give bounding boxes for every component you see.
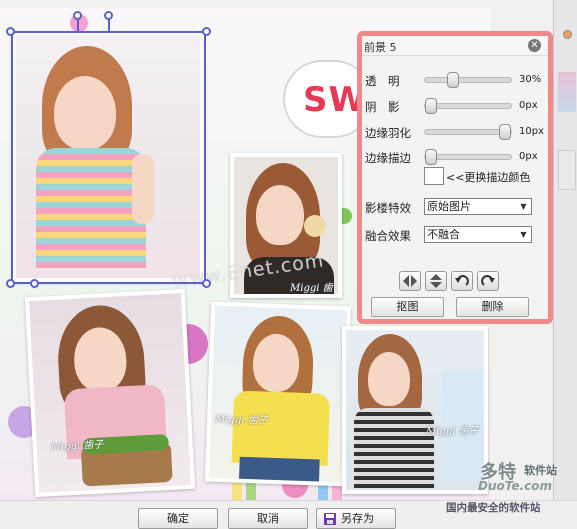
rotate-left-icon[interactable]: [451, 271, 473, 291]
feather-value: 10px: [519, 126, 544, 137]
rotate-right-icon[interactable]: [477, 271, 499, 291]
feather-label: 边缘羽化: [365, 126, 411, 140]
stroke-slider-thumb[interactable]: [425, 149, 437, 165]
flip-horizontal-icon[interactable]: [399, 271, 421, 291]
flip-vertical-icon[interactable]: [425, 271, 447, 291]
effect-label: 影楼特效: [365, 201, 411, 215]
rotate-handle-line: [108, 19, 110, 33]
stroke-slider[interactable]: [424, 149, 512, 165]
rotate-handle[interactable]: [104, 11, 113, 20]
photo-girl-pink-basket[interactable]: Miggi 歯子: [24, 288, 196, 498]
resize-handle-top-right[interactable]: [202, 27, 211, 36]
opacity-slider-thumb[interactable]: [447, 72, 460, 88]
stroke-color-swatch[interactable]: [424, 167, 444, 185]
photo-signature: Miggi 歯子: [290, 283, 333, 294]
side-radio[interactable]: [563, 30, 572, 39]
side-thumbnail[interactable]: [558, 150, 576, 190]
side-thumbnail[interactable]: [558, 72, 576, 112]
effect-select-value: 原始图片: [427, 200, 471, 213]
rotate-handle[interactable]: [73, 11, 82, 20]
panel-title-bar[interactable]: 前景 5 ✕: [362, 36, 548, 56]
change-stroke-color-button[interactable]: <<更换描边颜色: [446, 169, 530, 185]
site-logo-url: DuoTe.com: [478, 479, 552, 493]
opacity-value: 30%: [519, 74, 542, 85]
effect-select[interactable]: 原始图片 ▼: [424, 198, 532, 215]
stroke-label: 边缘描边: [365, 151, 411, 165]
photo-signature: Miggi 歯子: [214, 413, 268, 427]
select-dropdown-arrow-icon[interactable]: ▼: [517, 200, 530, 213]
layer-properties-panel: 前景 5 ✕ 透 明 30% 阴 影 0px 边缘羽化 10px 边缘描边 0p…: [357, 31, 553, 324]
rotate-handle-line: [77, 19, 79, 33]
panel-title: 前景 5: [364, 41, 397, 54]
resize-handle-top-left[interactable]: [6, 27, 15, 36]
resize-handle-bottom-left[interactable]: [6, 279, 15, 288]
side-scroll-strip[interactable]: [553, 0, 577, 500]
blend-select-value: 不融合: [427, 228, 460, 241]
save-as-label: 另存为: [341, 512, 374, 525]
blend-label: 融合效果: [365, 229, 411, 243]
save-as-button[interactable]: 另存为: [316, 508, 396, 529]
shadow-slider[interactable]: [424, 98, 512, 114]
ok-button[interactable]: 确定: [138, 508, 218, 529]
delete-button[interactable]: 删除: [456, 297, 529, 317]
selection-frame[interactable]: [11, 31, 206, 284]
blend-select[interactable]: 不融合 ▼: [424, 226, 532, 243]
close-icon[interactable]: ✕: [528, 39, 541, 52]
shadow-value: 0px: [519, 100, 538, 111]
photo-girl-yellow-top[interactable]: Miggi 歯子: [204, 301, 352, 487]
shadow-label: 阴 影: [365, 100, 400, 114]
stroke-value: 0px: [519, 151, 538, 162]
opacity-slider[interactable]: [424, 72, 512, 88]
site-logo-watermark: 多特 软件站 DuoTe.com 国内最安全的软件站: [442, 452, 577, 514]
photo-signature: Miggi 歯子: [426, 426, 479, 437]
site-logo-cn-text: 软件站: [524, 464, 557, 477]
select-dropdown-arrow-icon[interactable]: ▼: [517, 228, 530, 241]
resize-handle-bottom-middle-left[interactable]: [30, 279, 39, 288]
matting-button[interactable]: 抠图: [371, 297, 444, 317]
feather-slider-thumb[interactable]: [499, 124, 511, 140]
photo-signature: Miggi 歯子: [50, 439, 104, 454]
cancel-button[interactable]: 取消: [228, 508, 308, 529]
feather-slider[interactable]: [424, 124, 512, 140]
floppy-disk-icon: [324, 513, 336, 525]
site-logo-slogan: 国内最安全的软件站: [446, 502, 541, 514]
resize-handle-bottom-right[interactable]: [202, 279, 211, 288]
shadow-slider-thumb[interactable]: [425, 98, 437, 114]
opacity-label: 透 明: [365, 74, 400, 88]
